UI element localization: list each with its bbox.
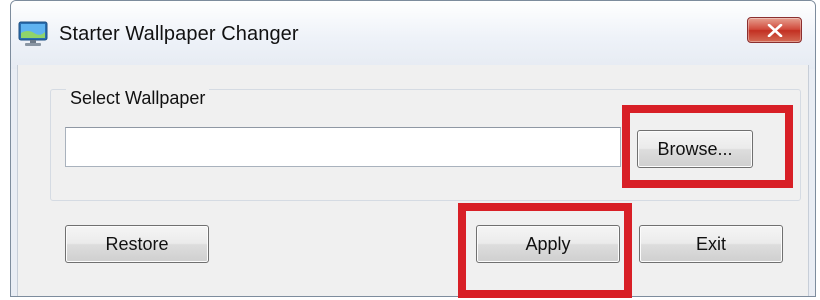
monitor-icon xyxy=(18,21,48,47)
apply-button[interactable]: Apply xyxy=(476,225,620,263)
browse-button[interactable]: Browse... xyxy=(637,130,753,168)
restore-button[interactable]: Restore xyxy=(65,225,209,263)
wallpaper-path-input[interactable] xyxy=(65,127,621,167)
app-window: Starter Wallpaper Changer Select Wallpap… xyxy=(10,0,816,297)
close-button[interactable] xyxy=(747,17,802,43)
window-title: Starter Wallpaper Changer xyxy=(59,23,299,45)
group-label: Select Wallpaper xyxy=(66,88,210,109)
close-icon xyxy=(767,24,783,37)
title-bar[interactable]: Starter Wallpaper Changer xyxy=(11,1,815,69)
client-area: Select Wallpaper Browse... Restore Apply… xyxy=(17,65,809,296)
exit-button[interactable]: Exit xyxy=(639,225,783,263)
